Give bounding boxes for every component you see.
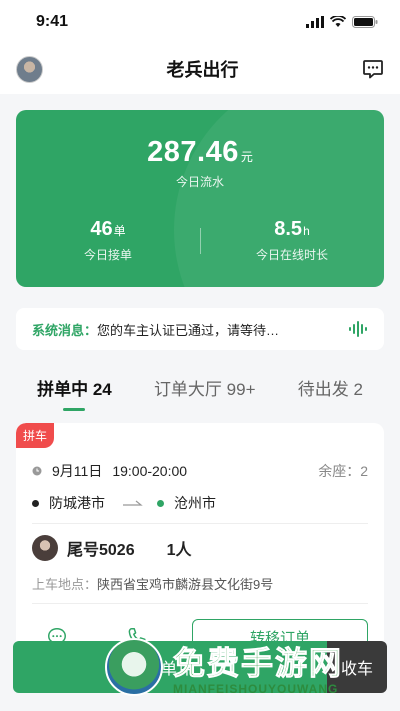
pickup-label: 上车地点： <box>32 577 98 592</box>
pickup-address: 陕西省宝鸡市麟游县文化街9号 <box>97 577 274 592</box>
status-time: 9:41 <box>36 13 69 30</box>
clock-icon <box>32 466 42 476</box>
earnings-label: 今日流水 <box>175 175 224 189</box>
audio-wave-icon <box>349 321 367 337</box>
tab-order-hall-label: 订单大厅 <box>153 380 222 399</box>
order-time: 19:00-20:00 <box>112 463 188 479</box>
online-value: 8.5 <box>274 218 303 240</box>
orders-value: 46 <box>90 218 113 240</box>
battery-icon <box>352 16 378 28</box>
tab-order-hall-count: 99+ <box>226 380 256 399</box>
app-header: 老兵出行 <box>0 44 400 94</box>
passenger-count: 1人 <box>166 542 192 559</box>
earnings-unit: 元 <box>240 150 253 164</box>
origin-dot-icon <box>32 499 39 507</box>
message-icon[interactable] <box>362 58 384 80</box>
tab-pending[interactable]: 待出发 2 <box>298 367 363 417</box>
divider <box>32 603 368 604</box>
route-row: 防城港市 沧州市 <box>32 493 216 513</box>
stop-accepting-button[interactable]: 收车 <box>327 641 387 693</box>
online-stat: 8.5h 今日在线时长 <box>200 218 384 263</box>
earnings-summary: 287.46 元 今日流水 <box>16 136 384 190</box>
order-date: 9月11日 <box>52 463 103 479</box>
orders-stat: 46单 今日接单 <box>16 218 200 263</box>
origin-city: 防城港市 <box>49 495 105 511</box>
earnings-card: 287.46 元 今日流水 46单 今日接单 8.5h 今日在线时长 <box>16 110 384 287</box>
tab-pooling-label: 拼单中 <box>37 380 89 399</box>
tab-pooling-count: 24 <box>92 380 112 399</box>
passenger-row: 尾号5026 1人 <box>32 535 192 561</box>
tab-pooling[interactable]: 拼单中 24 <box>37 367 112 417</box>
stats-row: 46单 今日接单 8.5h 今日在线时长 <box>16 218 384 263</box>
carpool-badge: 拼车 <box>16 423 55 448</box>
earnings-amount: 287.46 <box>147 136 239 168</box>
tab-pending-count: 2 <box>353 380 363 399</box>
seats-left: 余座：2 <box>318 463 368 479</box>
orders-unit: 单 <box>113 224 126 238</box>
active-tab-indicator <box>63 408 86 411</box>
notice-text: 您的车主认证已通过，请等待… <box>97 322 280 338</box>
arrow-right-icon <box>123 500 143 506</box>
page-title: 老兵出行 <box>166 60 239 80</box>
online-label: 今日在线时长 <box>255 248 328 262</box>
tab-pending-label: 待出发 <box>297 380 349 399</box>
orders-label: 今日接单 <box>83 248 132 262</box>
notice-prefix: 系统消息： <box>32 322 98 338</box>
system-notice[interactable]: 系统消息： 您的车主认证已通过，请等待… <box>16 308 384 350</box>
divider <box>32 523 368 524</box>
wifi-icon <box>330 16 346 27</box>
online-unit: h <box>303 224 310 238</box>
avatar[interactable] <box>16 55 43 83</box>
status-bar: 9:41 <box>0 0 400 44</box>
destination-dot-icon <box>157 499 164 507</box>
order-tabs: 拼单中 24 订单大厅 99+ 待出发 2 <box>0 367 400 417</box>
accepting-orders-button[interactable]: 接单中 <box>13 641 327 693</box>
order-time-row: 9月11日 19:00-20:00 余座：2 <box>32 461 368 481</box>
bottom-action-bar: 接单中 收车 <box>13 641 387 693</box>
passenger-avatar <box>32 535 58 561</box>
status-icons <box>306 16 378 28</box>
destination-city: 沧州市 <box>174 495 216 511</box>
tab-order-hall[interactable]: 订单大厅 99+ <box>154 367 256 417</box>
phone-tail: 尾号5026 <box>67 542 135 559</box>
signal-icon <box>306 16 324 28</box>
pickup-row: 上车地点：陕西省宝鸡市麟游县文化街9号 <box>32 574 368 593</box>
